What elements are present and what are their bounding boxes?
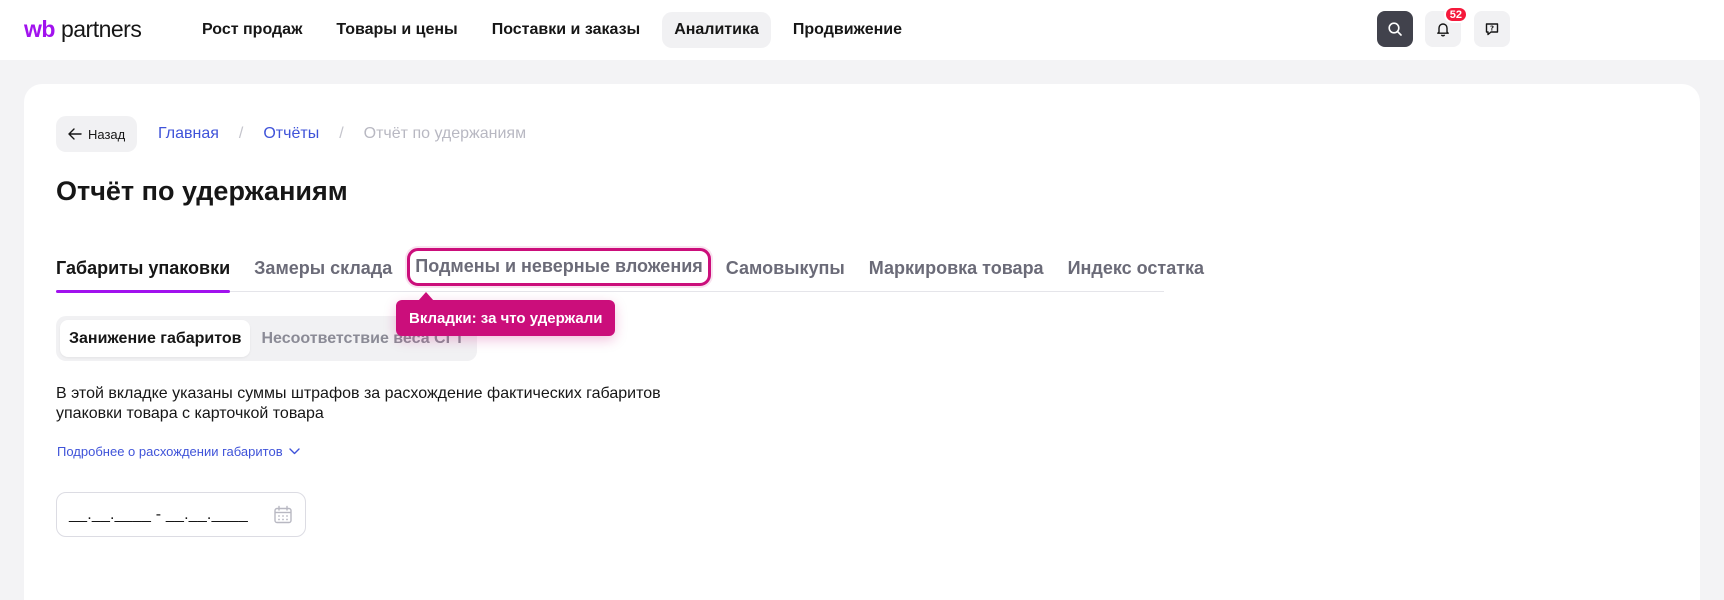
tab-self-purchases[interactable]: Самовыкупы: [726, 250, 845, 292]
chat-question-icon: ?: [1485, 23, 1499, 36]
date-range-value: __.__.____ - __.__.____: [69, 505, 248, 523]
back-button-label: Назад: [88, 126, 126, 142]
search-icon: [1388, 22, 1402, 36]
tabs-hint-tooltip: Вкладки: за что удержали: [396, 292, 616, 336]
bell-icon: [1437, 23, 1449, 37]
search-button[interactable]: [1377, 11, 1413, 47]
nav-item-products-prices[interactable]: Товары и цены: [324, 12, 469, 48]
report-card: Назад Главная / Отчёты / Отчёт по удержа…: [24, 84, 1700, 600]
main-nav: Рост продаж Товары и цены Поставки и зак…: [190, 12, 924, 48]
tab-stock-index[interactable]: Индекс остатка: [1068, 250, 1204, 292]
chevron-down-icon: [288, 448, 300, 455]
breadcrumb: Главная / Отчёты / Отчёт по удержаниям: [158, 125, 526, 143]
logo-partners-text: partners: [60, 16, 142, 42]
back-button[interactable]: Назад: [56, 116, 138, 152]
wb-partners-logo[interactable]: wb partners: [24, 16, 142, 44]
page-title: Отчёт по удержаниям: [56, 176, 348, 206]
subtab-understated-dimensions[interactable]: Занижение габаритов: [60, 320, 251, 357]
svg-text:?: ?: [1490, 25, 1494, 33]
more-info-label: Подробнее о расхождении габаритов: [57, 444, 283, 459]
nav-item-promotion[interactable]: Продвижение: [781, 12, 914, 48]
tab-package-dimensions[interactable]: Габариты упаковки: [56, 250, 231, 293]
support-chat-button[interactable]: ?: [1474, 11, 1510, 47]
arrow-left-icon: [68, 128, 82, 140]
calendar-icon[interactable]: [273, 505, 293, 525]
breadcrumb-home[interactable]: Главная: [158, 125, 219, 143]
more-info-link[interactable]: Подробнее о расхождении габаритов: [57, 444, 300, 459]
report-tabs: Габариты упаковки Замеры склада Подмены …: [56, 248, 1204, 293]
tab-description: В этой вкладке указаны суммы штрафов за …: [56, 385, 661, 422]
breadcrumb-current: Отчёт по удержаниям: [363, 125, 527, 142]
top-navigation-bar: wb partners Рост продаж Товары и цены По…: [0, 0, 1724, 60]
breadcrumb-reports[interactable]: Отчёты: [263, 125, 319, 143]
nav-item-analytics[interactable]: Аналитика: [662, 12, 771, 48]
nav-item-supplies-orders[interactable]: Поставки и заказы: [480, 12, 652, 48]
notifications-count-badge: 52: [1443, 6, 1468, 23]
breadcrumb-separator: /: [238, 125, 244, 142]
tab-product-marking[interactable]: Маркировка товара: [869, 250, 1044, 292]
notifications-button[interactable]: 52: [1425, 6, 1468, 47]
tab-substitutions[interactable]: Подмены и неверные вложения: [407, 248, 711, 286]
breadcrumb-separator: /: [339, 125, 344, 142]
date-range-input[interactable]: __.__.____ - __.__.____: [56, 492, 306, 537]
tab-warehouse-measurements[interactable]: Замеры склада: [254, 250, 392, 292]
logo-wb-text: wb: [24, 16, 55, 42]
nav-item-sales-growth[interactable]: Рост продаж: [190, 12, 314, 48]
